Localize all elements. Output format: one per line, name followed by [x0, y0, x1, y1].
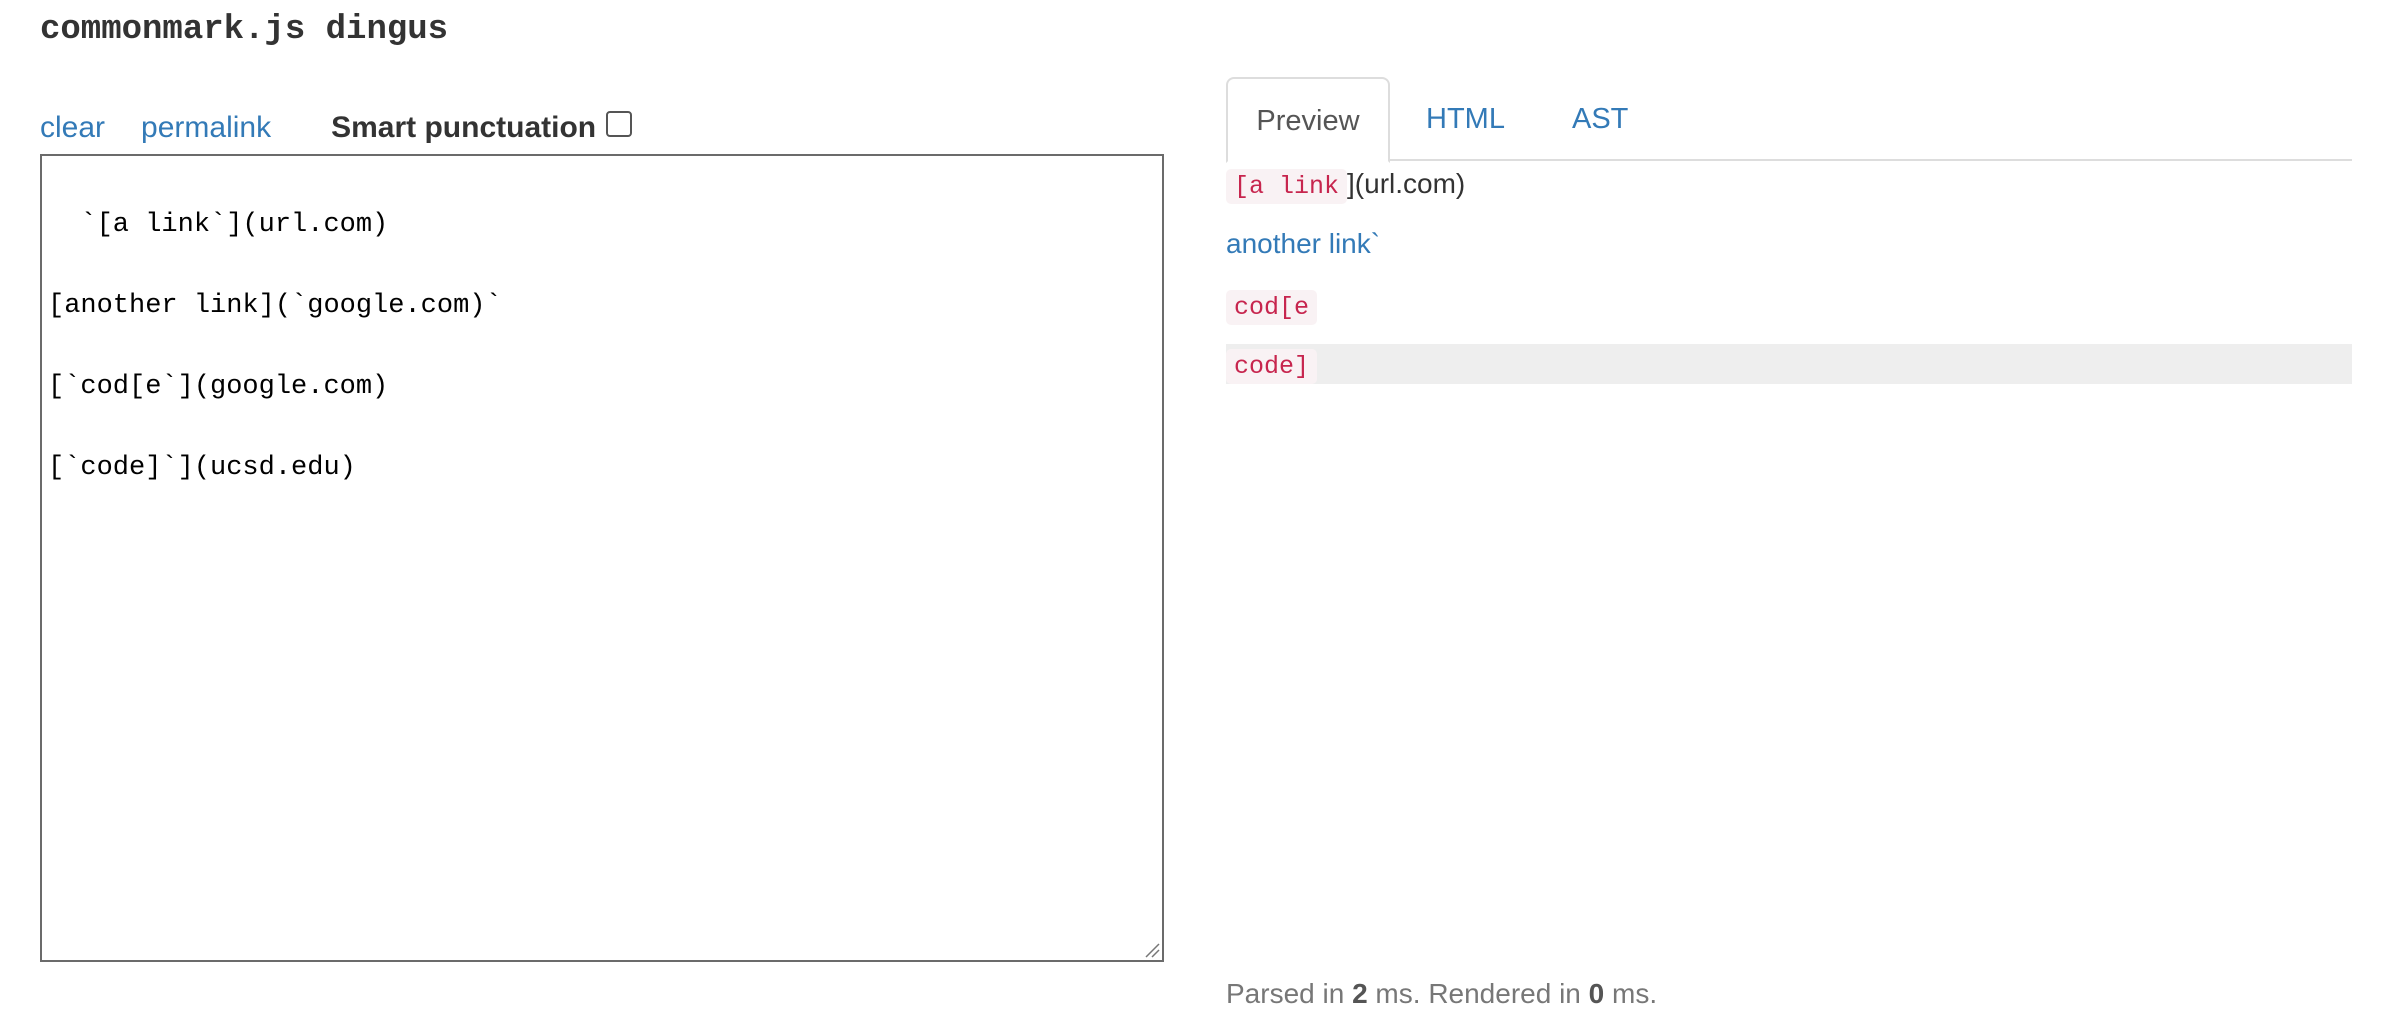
page-title: commonmark.js dingus [40, 11, 449, 49]
preview-paragraph: cod[e [1226, 283, 1318, 327]
status-rendered-prefix: ms. Rendered in [1367, 978, 1589, 1009]
markdown-editor-text: `[a link`](url.com) [another link](`goog… [48, 209, 502, 483]
smart-punctuation-option[interactable]: Smart punctuation [331, 111, 633, 145]
toolbar: clear permalink Smart punctuation [40, 106, 633, 150]
preview-text: ](url.com) [1347, 168, 1466, 199]
inline-code: cod[e [1226, 290, 1318, 325]
tab-preview[interactable]: Preview [1226, 77, 1390, 163]
markdown-editor[interactable]: `[a link`](url.com) [another link](`goog… [40, 154, 1164, 962]
smart-punctuation-checkbox[interactable] [606, 111, 633, 137]
resize-grip-icon[interactable] [1142, 940, 1160, 958]
output-tabs: Preview HTML AST [1226, 77, 2352, 163]
smart-punctuation-label: Smart punctuation [331, 111, 597, 144]
inline-code: [a link [1226, 169, 1348, 204]
tab-html[interactable]: HTML [1426, 77, 1505, 161]
status-rendered-ms: 0 [1588, 978, 1605, 1009]
clear-link[interactable]: clear [40, 111, 105, 145]
status-suffix: ms. [1604, 978, 1658, 1009]
timing-status: Parsed in 2 ms. Rendered in 0 ms. [1226, 974, 1657, 1014]
status-parsed-ms: 2 [1352, 978, 1368, 1009]
preview-paragraph: another link` [1226, 222, 1380, 266]
preview-paragraph-highlighted: code] [1226, 344, 2352, 384]
tab-ast[interactable]: AST [1572, 77, 1628, 161]
preview-paragraph: [a link](url.com) [1226, 162, 1465, 206]
inline-code: code] [1226, 349, 1318, 384]
permalink-link[interactable]: permalink [141, 111, 271, 145]
status-parsed-prefix: Parsed in [1226, 978, 1353, 1009]
preview-link[interactable]: another link` [1226, 228, 1380, 259]
